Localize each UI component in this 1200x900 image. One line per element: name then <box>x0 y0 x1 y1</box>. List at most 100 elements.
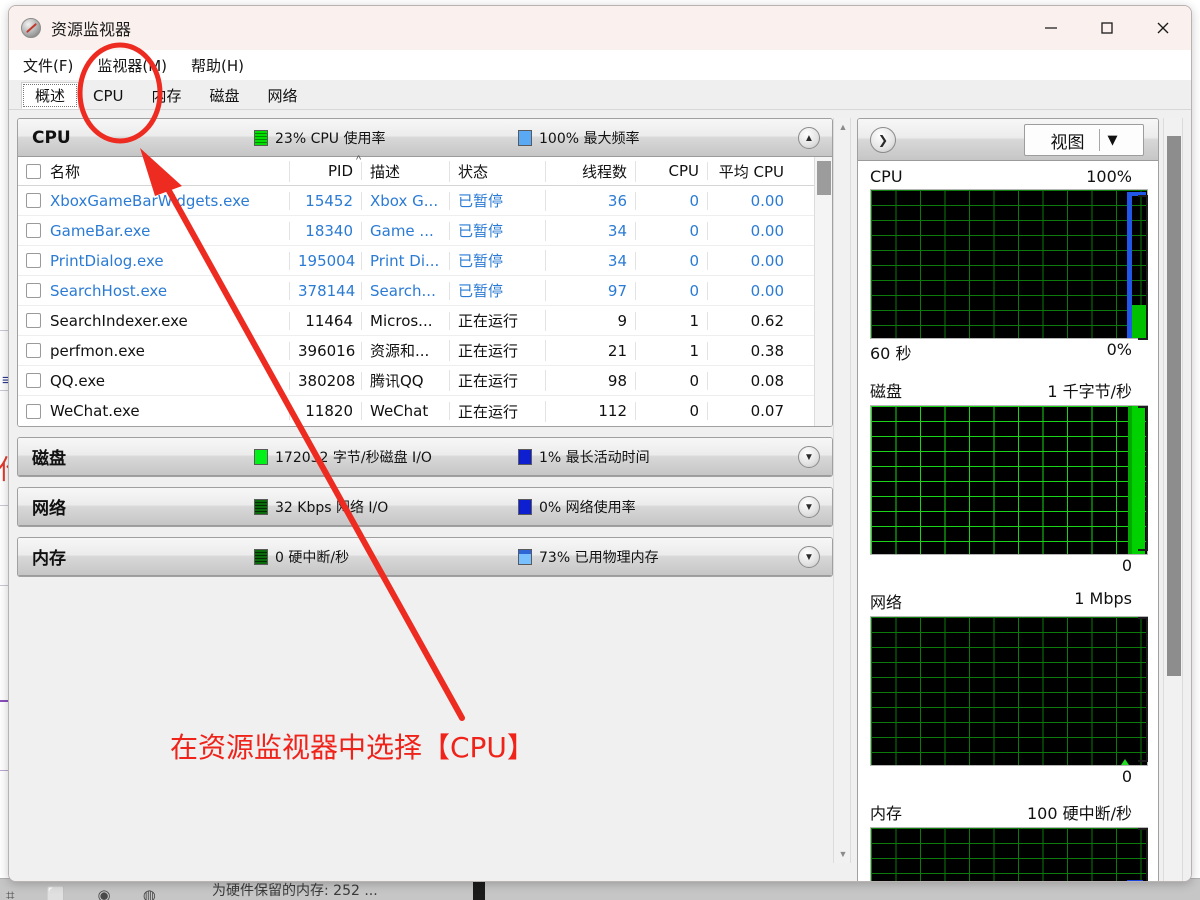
window-controls <box>1023 6 1191 50</box>
tab-overview[interactable]: 概述 <box>21 82 80 109</box>
table-row[interactable]: SearchIndexer.exe 11464 Micros... 正在运行 9… <box>18 306 814 336</box>
close-button[interactable] <box>1135 6 1191 50</box>
table-row[interactable]: XboxGameBarWidgets.exe 15452 Xbox G... 已… <box>18 186 814 216</box>
section-memory-header[interactable]: 内存 0 硬中断/秒 73% 已用物理内存 ▼ <box>18 538 832 576</box>
row-checkbox[interactable] <box>26 343 41 358</box>
cpu-table-scrollbar[interactable] <box>814 157 832 426</box>
background-bottom-text: 为硬件保留的内存: 252 ... <box>212 883 378 899</box>
scroll-up-arrow-icon[interactable]: ▲ <box>834 118 852 136</box>
column-header-avg-cpu[interactable]: 平均 CPU <box>708 161 792 182</box>
menu-item-help[interactable]: 帮助(H) <box>191 55 244 76</box>
tab-memory[interactable]: 内存 <box>138 82 196 109</box>
table-row[interactable]: WeChat.exe 11820 WeChat 正在运行 112 0 0.07 <box>18 396 814 426</box>
graph-network-min: 0 <box>1121 767 1132 786</box>
section-disk-expand-icon[interactable]: ▼ <box>798 446 820 468</box>
section-memory-expand-icon[interactable]: ▼ <box>798 546 820 568</box>
tab-network[interactable]: 网络 <box>254 82 312 109</box>
section-network-expand-icon[interactable]: ▼ <box>798 496 820 518</box>
cpu-table-scrollbar-thumb[interactable] <box>817 161 831 195</box>
process-desc: Xbox G... <box>362 191 450 210</box>
graph-panel-scrollbar[interactable] <box>1163 118 1183 881</box>
section-disk-stat-active: 1% 最长活动时间 <box>518 447 650 467</box>
graph-panel-scrollbar-thumb[interactable] <box>1167 136 1181 676</box>
row-checkbox[interactable] <box>26 283 41 298</box>
tab-cpu[interactable]: CPU <box>79 82 138 109</box>
cpu-process-table-body: 名称 PID 描述 状态 线程数 CPU 平均 CPU ^ XboxGameBa… <box>18 154 814 426</box>
column-header-desc[interactable]: 描述 <box>362 160 450 182</box>
graph-disk-plot <box>870 405 1148 555</box>
row-checkbox[interactable] <box>26 373 41 388</box>
left-pane-scrollbar[interactable]: ▲ ▼ <box>833 118 851 863</box>
chevron-right-icon[interactable]: ❯ <box>870 126 896 153</box>
section-memory-stat-faults: 0 硬中断/秒 <box>254 547 349 567</box>
section-memory-stat-faults-text: 0 硬中断/秒 <box>275 549 350 566</box>
section-disk: 磁盘 172032 字节/秒磁盘 I/O 1% 最长活动时间 ▼ <box>17 437 833 477</box>
cpu-process-table: 名称 PID 描述 状态 线程数 CPU 平均 CPU ^ XboxGameBa… <box>18 154 832 426</box>
graph-panel-header: ❯ 视图 ▼ <box>858 119 1158 161</box>
graph-disk-grid <box>871 406 1147 554</box>
table-row[interactable]: perfmon.exe 396016 资源和... 正在运行 21 1 0.38 <box>18 336 814 366</box>
graph-disk-title: 磁盘 <box>870 382 903 401</box>
graph-memory-axis-bracket <box>1138 828 1148 881</box>
menu-bar: 文件(F) 监视器(M) 帮助(H) <box>9 50 1191 80</box>
graph-panel: ❯ 视图 ▼ CPU 100% 60 秒 0% 磁盘 1 千字节/秒 0 网络 … <box>857 118 1159 881</box>
maximize-button[interactable] <box>1079 6 1135 50</box>
tab-strip: 概述 CPU 内存 磁盘 网络 <box>9 80 1191 110</box>
section-network-header[interactable]: 网络 32 Kbps 网络 I/O 0% 网络使用率 ▼ <box>18 488 832 526</box>
graph-memory: 内存 100 硬中断/秒 <box>870 800 1148 881</box>
menu-item-file[interactable]: 文件(F) <box>23 55 73 76</box>
memory-faults-swatch-icon <box>254 548 268 565</box>
network-usage-swatch-icon <box>518 498 532 515</box>
process-threads: 34 <box>546 251 636 270</box>
row-checkbox[interactable] <box>26 313 41 328</box>
row-checkbox[interactable] <box>26 253 41 268</box>
process-pid: 380208 <box>290 371 362 390</box>
sort-ascending-icon: ^ <box>356 154 362 166</box>
graph-memory-max: 100 硬中断/秒 <box>1026 804 1132 823</box>
graph-memory-plot <box>870 827 1148 881</box>
process-pid: 396016 <box>290 341 362 360</box>
graph-cpu-max: 100% <box>1086 167 1132 186</box>
table-row[interactable]: PrintDialog.exe 195004 Print Di... 已暂停 3… <box>18 246 814 276</box>
table-row[interactable]: SearchHost.exe 378144 Search... 已暂停 97 0… <box>18 276 814 306</box>
section-cpu-header[interactable]: CPU 23% CPU 使用率 100% 最大频率 ▲ <box>18 119 832 157</box>
column-header-threads[interactable]: 线程数 <box>546 160 636 182</box>
process-name: QQ.exe <box>50 371 105 390</box>
section-memory-title: 内存 <box>32 549 66 569</box>
row-checkbox[interactable] <box>26 223 41 238</box>
column-header-name[interactable]: 名称 <box>18 160 290 182</box>
section-memory-stat-used-text: 73% 已用物理内存 <box>539 549 659 566</box>
table-row[interactable]: GameBar.exe 18340 Game ... 已暂停 34 0 0.00 <box>18 216 814 246</box>
column-header-cpu[interactable]: CPU <box>636 162 708 180</box>
select-all-checkbox[interactable] <box>26 163 41 179</box>
process-cpu: 0 <box>636 191 708 210</box>
graph-disk-min: 0 <box>1121 556 1132 575</box>
process-status: 正在运行 <box>450 400 546 422</box>
menu-item-monitor[interactable]: 监视器(M) <box>97 55 167 76</box>
process-avg-cpu: 0.00 <box>750 251 784 270</box>
process-avg-cpu: 0.38 <box>750 341 784 360</box>
section-cpu: CPU 23% CPU 使用率 100% 最大频率 ▲ 名称 PID 描述 状态… <box>17 118 833 427</box>
minimize-button[interactable] <box>1023 6 1079 50</box>
scroll-down-arrow-icon[interactable]: ▼ <box>834 845 852 863</box>
tab-disk[interactable]: 磁盘 <box>196 82 254 109</box>
network-io-swatch-icon <box>254 498 268 515</box>
chevron-down-icon: ▼ <box>1107 132 1118 148</box>
section-disk-header[interactable]: 磁盘 172032 字节/秒磁盘 I/O 1% 最长活动时间 ▼ <box>18 438 832 476</box>
section-memory: 内存 0 硬中断/秒 73% 已用物理内存 ▼ <box>17 537 833 577</box>
view-dropdown-button[interactable]: 视图 ▼ <box>1024 124 1144 156</box>
table-row[interactable]: QQ.exe 380208 腾讯QQ 正在运行 98 0 0.08 <box>18 366 814 396</box>
graph-network-labels: 网络 1 Mbps <box>870 589 1148 613</box>
column-header-pid[interactable]: PID <box>290 162 362 180</box>
window-title: 资源监视器 <box>51 20 132 39</box>
process-name: WeChat.exe <box>50 402 140 420</box>
graph-cpu-frequency-trace <box>1127 192 1132 338</box>
row-checkbox[interactable] <box>26 403 41 419</box>
column-header-status[interactable]: 状态 <box>450 160 546 182</box>
section-network-stat-usage: 0% 网络使用率 <box>518 497 636 517</box>
section-cpu-collapse-icon[interactable]: ▲ <box>798 127 820 149</box>
process-threads: 21 <box>546 341 636 360</box>
process-name: perfmon.exe <box>50 341 145 360</box>
section-disk-stat-active-text: 1% 最长活动时间 <box>539 449 650 466</box>
row-checkbox[interactable] <box>26 193 41 208</box>
